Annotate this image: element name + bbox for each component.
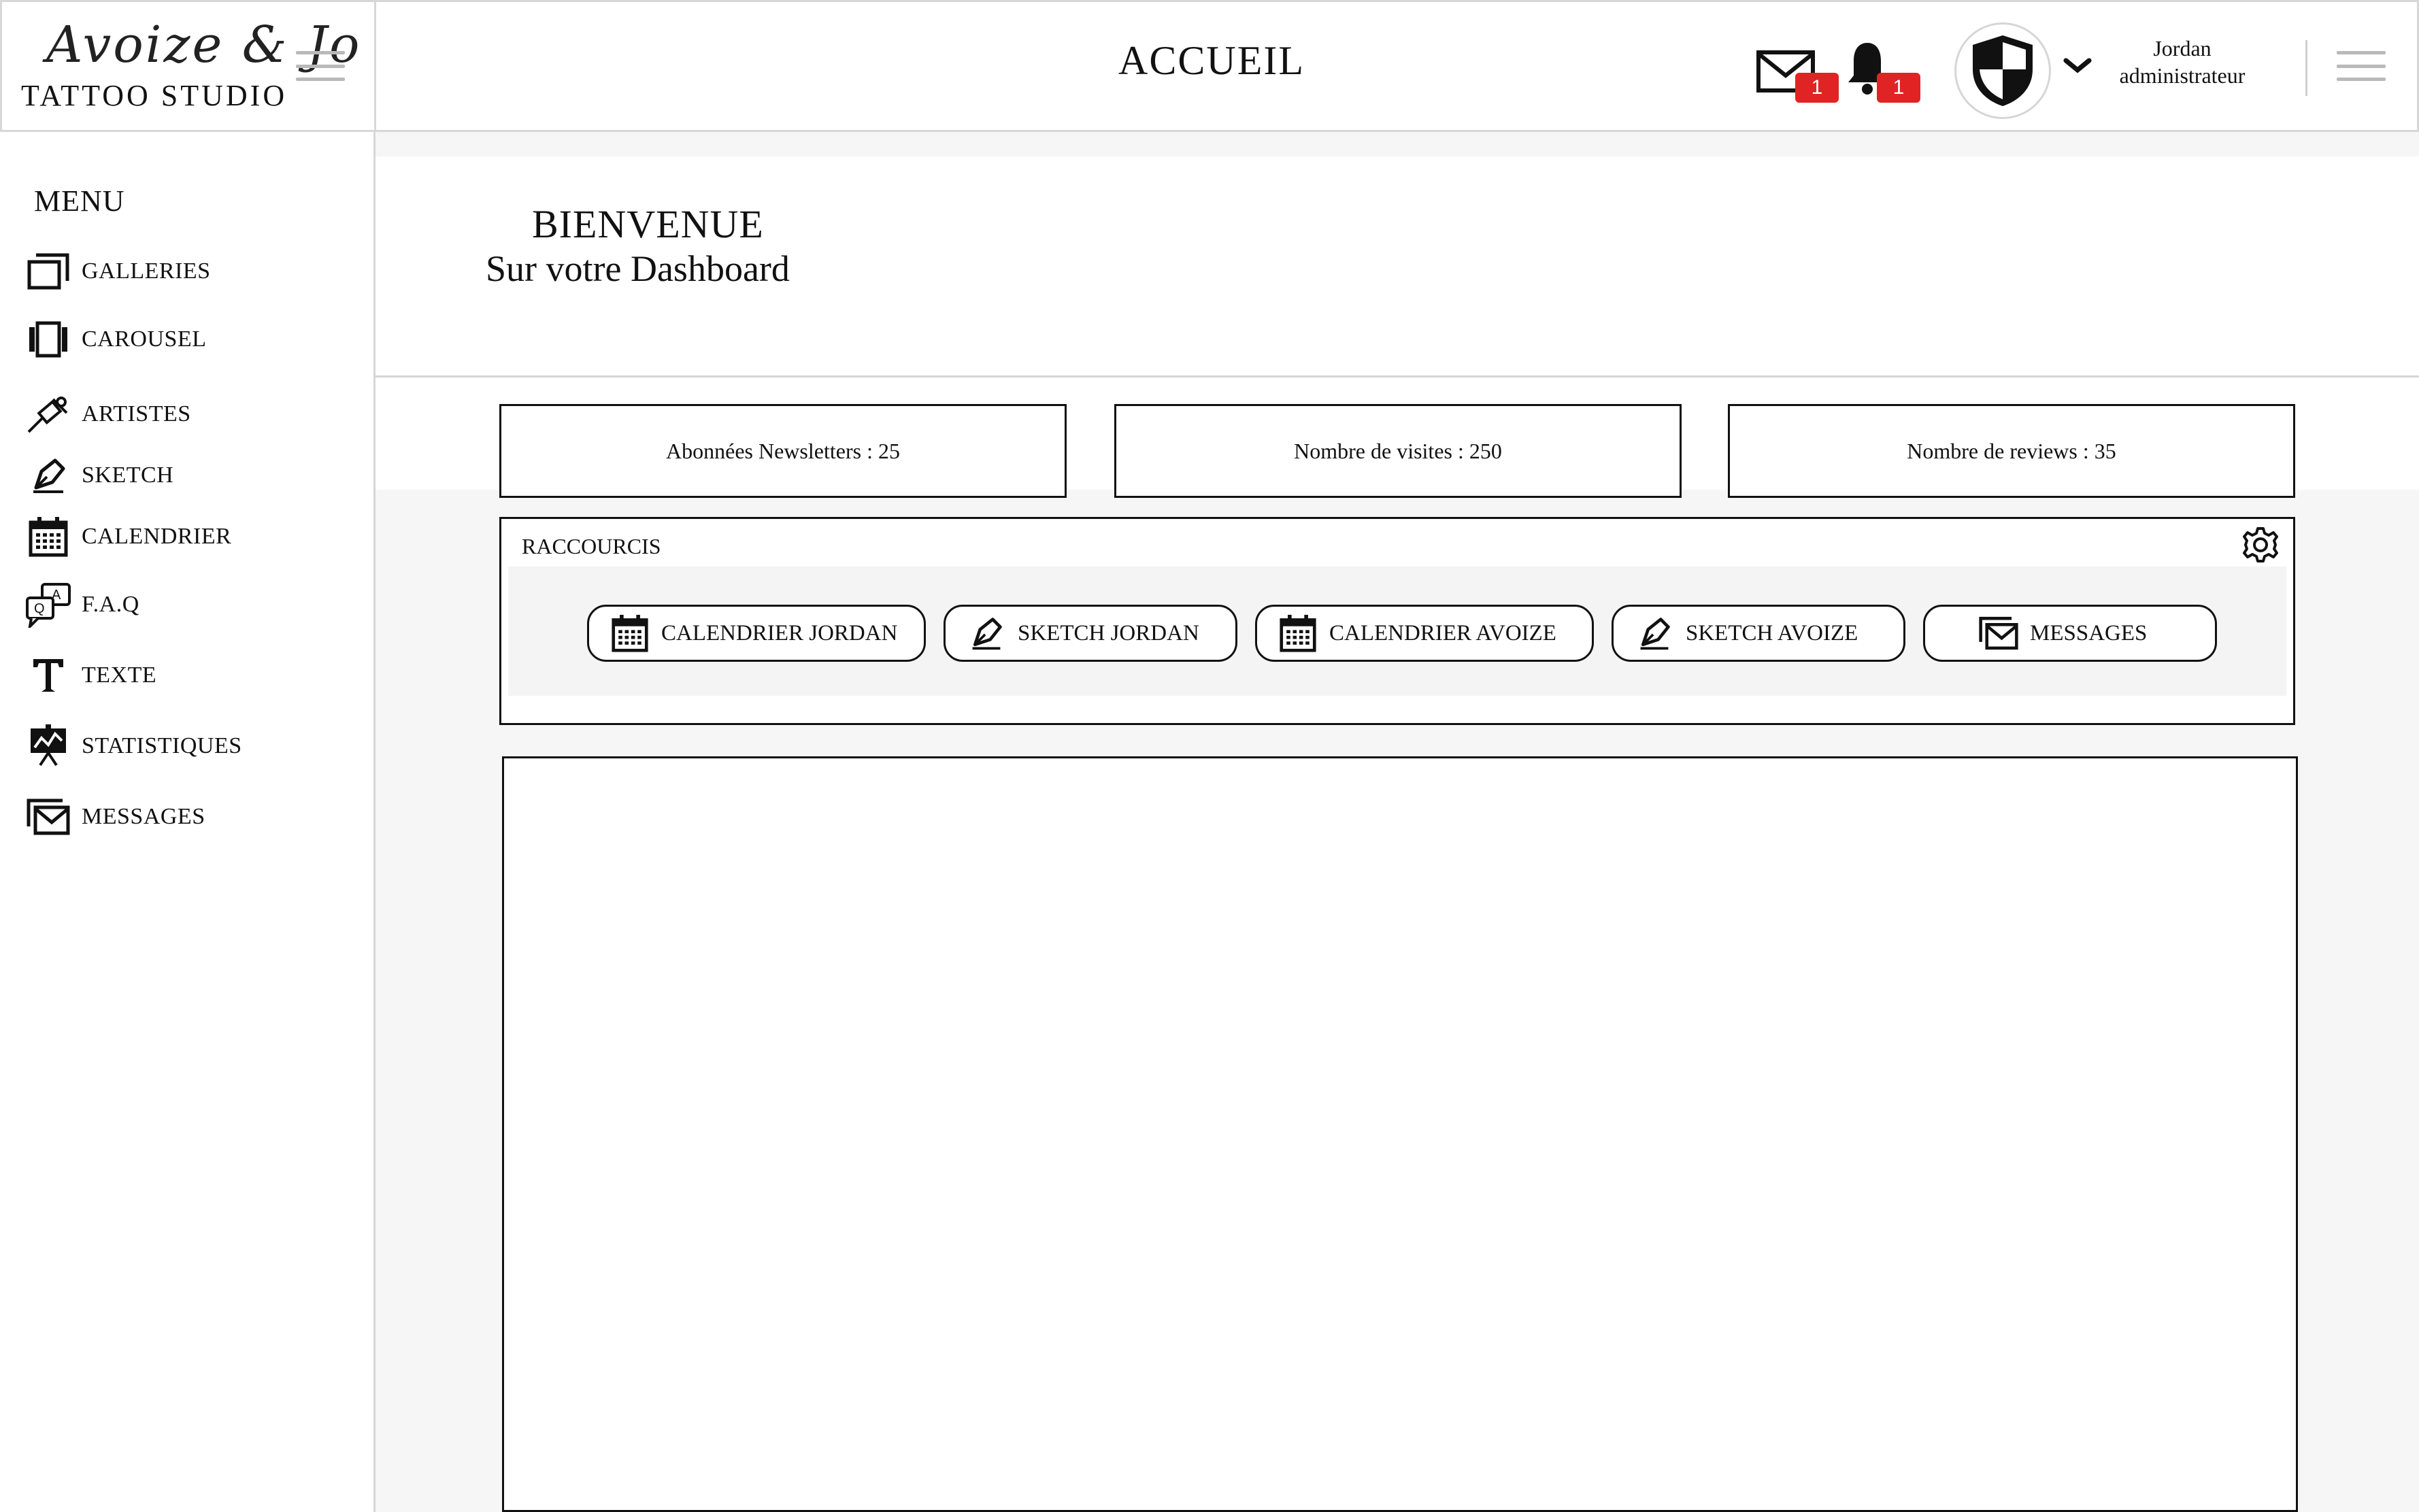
mail-badge: 1 xyxy=(1795,73,1839,103)
chevron-down-icon[interactable] xyxy=(2062,55,2093,77)
sidebar-item-label: STATISTIQUES xyxy=(82,733,242,758)
shortcut-label: MESSAGES xyxy=(2030,620,2148,645)
header-divider xyxy=(2305,40,2307,96)
welcome-subtitle: Sur votre Dashboard xyxy=(486,248,790,289)
sidebar-item-label: TEXTE xyxy=(82,662,157,688)
shortcut-label: SKETCH AVOIZE xyxy=(1686,620,1858,645)
hamburger-line xyxy=(2337,51,2386,54)
top-header: Avoize & Jo Tattoo studio ACCUEIL 1 1 Jo xyxy=(0,0,2419,134)
user-name: Jordan xyxy=(2153,36,2212,61)
section-divider xyxy=(376,375,2419,377)
stat-card-newsletters: Abonnées Newsletters : 25 xyxy=(499,404,1067,498)
shortcut-label: CALENDRIER AVOIZE xyxy=(1329,620,1556,645)
stat-card-visits: Nombre de visites : 250 xyxy=(1114,404,1682,498)
hamburger-line xyxy=(2337,78,2386,81)
menu-title: MENU xyxy=(34,184,125,218)
bell-badge: 1 xyxy=(1877,73,1920,103)
sidebar-toggle-button[interactable] xyxy=(296,51,345,81)
carousel-icon xyxy=(24,316,72,363)
sidebar-item-carousel[interactable]: CAROUSEL xyxy=(24,316,351,363)
shortcut-calendrier-avoize-button[interactable]: CALENDRIER AVOIZE xyxy=(1255,605,1594,662)
shortcuts-panel: RACCOURCIS CALENDRIER JORDAN SKETCH JORD… xyxy=(499,517,2295,725)
pen-icon xyxy=(1634,613,1675,654)
sidebar-item-label: SKETCH xyxy=(82,463,174,488)
shortcut-messages-button[interactable]: MESSAGES xyxy=(1923,605,2217,662)
sidebar-item-label: F.A.Q xyxy=(82,592,139,617)
stat-label: Nombre de visites : 250 xyxy=(1294,438,1502,463)
messages-icon xyxy=(24,793,72,841)
shortcut-label: SKETCH JORDAN xyxy=(1018,620,1199,645)
svg-text:Q: Q xyxy=(34,601,45,616)
tattoo-machine-icon xyxy=(24,390,72,438)
sidebar-item-statistiques[interactable]: STATISTIQUES xyxy=(24,722,351,770)
brand-studio: Tattoo studio xyxy=(21,79,288,112)
sidebar-item-label: CALENDRIER xyxy=(82,524,232,549)
calendar-icon xyxy=(1278,613,1318,654)
shortcuts-bar: CALENDRIER JORDAN SKETCH JORDAN CALENDRI… xyxy=(508,567,2286,696)
stat-label: Nombre de reviews : 35 xyxy=(1907,438,2116,463)
shield-icon xyxy=(1973,35,2033,106)
calendar-icon xyxy=(610,613,650,654)
menu-button[interactable] xyxy=(2337,51,2386,81)
sidebar-item-label: MESSAGES xyxy=(82,804,205,829)
pen-icon xyxy=(24,452,72,499)
calendar-icon xyxy=(24,513,72,560)
sidebar-item-artistes[interactable]: ARTISTES xyxy=(24,390,351,438)
qa-icon: A Q xyxy=(24,581,72,628)
shortcuts-title: RACCOURCIS xyxy=(522,534,661,558)
sidebar: MENU GALLERIES CAROUSEL ARTISTES SKETCH … xyxy=(0,132,376,1512)
hamburger-line xyxy=(296,51,345,54)
welcome-title: BIENVENUE xyxy=(532,202,764,246)
main-content: BIENVENUE Sur votre Dashboard Abonnées N… xyxy=(376,132,2419,1512)
messages-icon xyxy=(1978,613,2019,654)
shortcut-sketch-jordan-button[interactable]: SKETCH JORDAN xyxy=(944,605,1237,662)
sidebar-item-faq[interactable]: A Q F.A.Q xyxy=(24,581,351,628)
stat-card-reviews: Nombre de reviews : 35 xyxy=(1728,404,2295,498)
shortcut-sketch-avoize-button[interactable]: SKETCH AVOIZE xyxy=(1612,605,1905,662)
hamburger-line xyxy=(296,64,345,68)
gear-icon[interactable] xyxy=(2240,524,2281,565)
sidebar-item-messages[interactable]: MESSAGES xyxy=(24,793,351,841)
user-role: administrateur xyxy=(2119,63,2246,88)
sidebar-item-calendrier[interactable]: CALENDRIER xyxy=(24,513,351,560)
sidebar-item-label: CAROUSEL xyxy=(82,326,207,352)
content-area xyxy=(502,756,2298,1512)
hamburger-line xyxy=(2337,64,2386,68)
shortcut-calendrier-jordan-button[interactable]: CALENDRIER JORDAN xyxy=(587,605,926,662)
text-icon xyxy=(24,652,72,699)
page-title: ACCUEIL xyxy=(1118,38,1305,83)
sidebar-item-texte[interactable]: TEXTE xyxy=(24,652,351,699)
avatar[interactable] xyxy=(1954,22,2051,119)
sidebar-item-galleries[interactable]: GALLERIES xyxy=(24,248,351,295)
hamburger-line xyxy=(296,78,345,81)
shortcut-label: CALENDRIER JORDAN xyxy=(661,620,898,645)
gallery-icon xyxy=(24,248,72,295)
sidebar-item-sketch[interactable]: SKETCH xyxy=(24,452,351,499)
statistics-icon xyxy=(24,722,72,770)
stat-label: Abonnées Newsletters : 25 xyxy=(666,438,900,463)
sidebar-item-label: ARTISTES xyxy=(82,401,191,426)
sidebar-item-label: GALLERIES xyxy=(82,258,211,284)
pen-icon xyxy=(966,613,1007,654)
